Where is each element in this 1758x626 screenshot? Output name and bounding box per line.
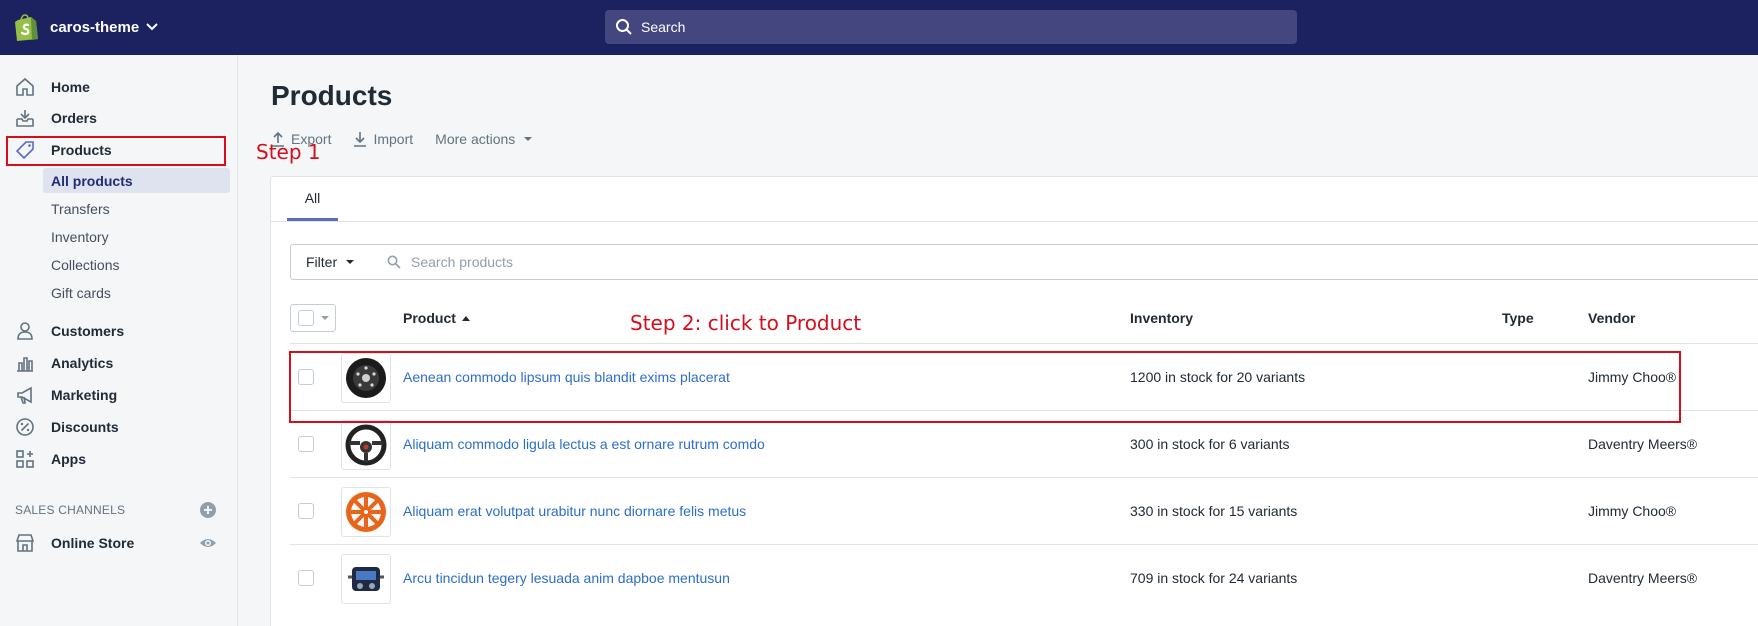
bulk-select-checkbox[interactable] — [290, 304, 336, 332]
sidebar-sub-inventory[interactable]: Inventory — [43, 224, 230, 249]
filter-label: Filter — [306, 254, 338, 270]
row-checkbox[interactable] — [298, 503, 314, 519]
product-name-link[interactable]: Arcu tincidun tegery lesuada anim dapboe… — [403, 570, 730, 586]
filter-button[interactable]: Filter — [290, 244, 376, 280]
sidebar-sub-transfers[interactable]: Transfers — [43, 196, 230, 221]
vendor-cell: Daventry Meers® — [1588, 570, 1698, 586]
import-label: Import — [373, 131, 414, 147]
more-actions-button[interactable]: More actions — [435, 131, 539, 147]
step1-label: Step 1 — [256, 140, 321, 164]
orange-wheel-image — [346, 492, 386, 532]
caret-down-icon — [346, 260, 355, 264]
vendor-cell: Jimmy Choo® — [1588, 503, 1677, 519]
engine-part-image — [348, 567, 384, 591]
apps-icon — [16, 450, 34, 468]
chevron-down-icon — [146, 23, 158, 31]
import-button[interactable]: Import — [353, 131, 413, 147]
top-bar: caros-theme Search — [0, 0, 1758, 55]
tab-all[interactable]: All — [287, 177, 338, 221]
steering-wheel-image — [345, 424, 387, 466]
shopify-logo-icon — [15, 14, 38, 41]
inventory-cell: 709 in stock for 24 variants — [1130, 570, 1298, 586]
column-header-inventory[interactable]: Inventory — [1130, 310, 1193, 326]
tab-divider — [271, 221, 1758, 222]
discount-icon — [16, 418, 34, 436]
sidebar-item-label: Home — [51, 79, 90, 95]
sidebar-item-apps[interactable]: Apps — [0, 444, 238, 474]
home-icon — [16, 77, 34, 96]
step2-highlight-box — [289, 351, 1681, 423]
store-name[interactable]: caros-theme — [50, 19, 139, 36]
step2-label: Step 2: click to Product — [630, 311, 862, 335]
eye-icon[interactable] — [199, 534, 217, 552]
table-row[interactable]: Arcu tincidun tegery lesuada anim dapboe… — [290, 544, 1758, 611]
product-search-input[interactable] — [411, 254, 1311, 270]
column-header-type[interactable]: Type — [1502, 310, 1534, 326]
product-thumbnail[interactable] — [341, 554, 391, 604]
sidebar-item-label: Online Store — [51, 535, 135, 551]
sort-ascending-icon — [461, 315, 470, 321]
inventory-cell: 300 in stock for 6 variants — [1130, 436, 1290, 452]
orders-icon — [16, 110, 34, 127]
sidebar-item-marketing[interactable]: Marketing — [0, 380, 238, 410]
sidebar-item-customers[interactable]: Customers — [0, 316, 238, 346]
add-channel-plus-icon[interactable] — [199, 501, 217, 519]
sidebar-item-label: Customers — [51, 323, 125, 339]
column-header-label: Product — [403, 310, 456, 326]
product-search-box — [375, 244, 1758, 280]
import-icon — [354, 132, 367, 147]
product-thumbnail[interactable] — [341, 487, 391, 537]
search-icon — [616, 19, 632, 35]
sidebar-item-discounts[interactable]: Discounts — [0, 412, 238, 442]
sidebar-sub-label: Collections — [51, 256, 120, 273]
column-header-vendor[interactable]: Vendor — [1588, 310, 1635, 326]
store-icon — [15, 534, 35, 552]
vendor-cell: Daventry Meers® — [1588, 436, 1698, 452]
megaphone-icon — [17, 386, 32, 404]
column-header-product[interactable]: Product — [403, 310, 471, 326]
select-all-checkbox[interactable] — [298, 310, 314, 326]
sales-channels-heading: SALES CHANNELS — [15, 503, 126, 517]
sidebar-item-home[interactable]: Home — [0, 72, 238, 102]
person-icon — [17, 322, 33, 340]
sidebar-item-label: Orders — [51, 110, 97, 126]
store-switcher[interactable]: caros-theme — [14, 13, 159, 41]
sidebar-sub-label: Gift cards — [51, 284, 111, 301]
more-actions-label: More actions — [435, 131, 516, 147]
sidebar-sub-collections[interactable]: Collections — [43, 252, 230, 277]
table-row[interactable]: Aliquam erat volutpat urabitur nunc dior… — [290, 477, 1758, 544]
step1-highlight-box — [6, 136, 226, 166]
main-content: Products Export Import More actions All … — [239, 55, 1758, 626]
bar-chart-icon — [17, 357, 33, 372]
sidebar-item-label: Analytics — [51, 355, 114, 371]
sidebar-sub-label: All products — [51, 172, 133, 189]
sidebar-sub-label: Inventory — [51, 228, 109, 245]
sidebar-item-label: Apps — [51, 451, 86, 467]
product-name-link[interactable]: Aliquam commodo ligula lectus a est orna… — [403, 436, 765, 452]
sidebar-item-orders[interactable]: Orders — [0, 103, 238, 133]
search-icon — [387, 255, 401, 269]
sidebar-item-label: Discounts — [51, 419, 119, 435]
sidebar-item-label: Marketing — [51, 387, 118, 403]
row-checkbox[interactable] — [298, 436, 314, 452]
product-name-link[interactable]: Aliquam erat volutpat urabitur nunc dior… — [403, 503, 746, 519]
sidebar-item-analytics[interactable]: Analytics — [0, 348, 238, 378]
inventory-cell: 330 in stock for 15 variants — [1130, 503, 1298, 519]
global-search-placeholder: Search — [641, 19, 686, 35]
sidebar-sub-label: Transfers — [51, 200, 110, 217]
page-title: Products — [271, 80, 393, 111]
sidebar-sub-gift-cards[interactable]: Gift cards — [43, 280, 230, 305]
global-search[interactable]: Search — [605, 10, 1297, 44]
caret-down-icon — [524, 137, 533, 141]
sidebar-sub-all-products[interactable]: All products — [43, 168, 230, 193]
product-thumbnail[interactable] — [341, 420, 391, 470]
row-checkbox[interactable] — [298, 570, 314, 586]
caret-down-icon — [321, 316, 329, 320]
